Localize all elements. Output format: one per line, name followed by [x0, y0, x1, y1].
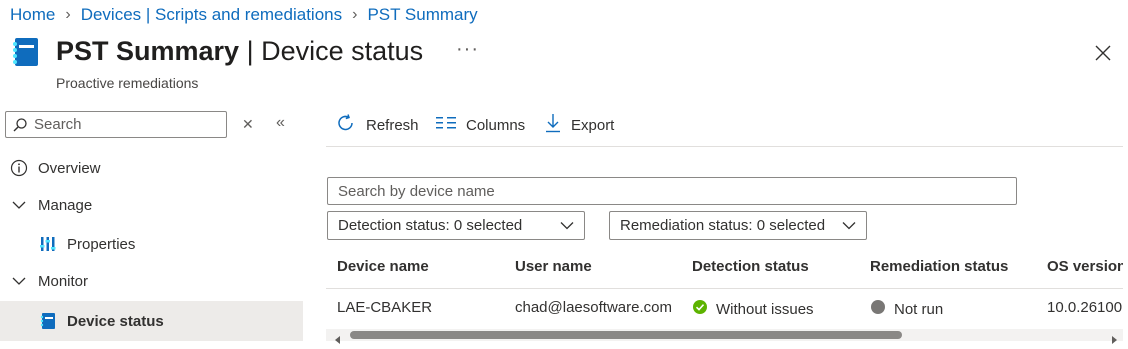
column-header-device-name[interactable]: Device name: [337, 258, 429, 275]
cell-remediation-status: Not run: [870, 299, 943, 319]
sidebar-item-label: Overview: [38, 159, 101, 177]
sidebar-item-label: Manage: [38, 196, 93, 214]
cell-user-name: chad@laesoftware.com: [515, 299, 672, 316]
export-button[interactable]: Export: [545, 112, 614, 138]
sidebar-search-placeholder: Search: [34, 116, 82, 133]
export-label: Export: [571, 116, 615, 134]
breadcrumb-home[interactable]: Home: [10, 5, 55, 25]
properties-icon: [29, 235, 67, 253]
sidebar-group-monitor[interactable]: Monitor: [0, 262, 303, 300]
scroll-right-icon[interactable]: [1110, 331, 1118, 349]
column-header-detection-status[interactable]: Detection status: [692, 258, 809, 275]
sidebar-search-input[interactable]: Search: [5, 111, 227, 138]
success-check-icon: [692, 299, 708, 319]
user-name-text: chad@laesoftware.com: [515, 299, 672, 316]
sidebar-group-manage[interactable]: Manage: [0, 186, 303, 224]
table-header-divider: [326, 288, 1123, 289]
info-icon: [0, 159, 38, 177]
toolbar-divider: [326, 146, 1123, 147]
columns-icon: [436, 115, 456, 135]
remediation-status-dropdown-label: Remediation status: 0 selected: [620, 217, 826, 234]
sidebar-item-properties[interactable]: Properties: [0, 225, 303, 263]
column-header-os-version[interactable]: OS version: [1047, 258, 1123, 275]
chevron-down-icon: [0, 276, 38, 286]
detection-status-text: Without issues: [716, 300, 814, 318]
script-icon: [29, 312, 67, 330]
page-subtitle: Proactive remediations: [56, 75, 199, 91]
search-icon: [13, 117, 27, 131]
collapse-sidebar-icon[interactable]: «: [276, 114, 285, 132]
columns-button[interactable]: Columns: [436, 112, 525, 138]
chevron-right-icon: ›: [65, 6, 71, 23]
chevron-right-icon: ›: [352, 6, 358, 23]
device-search-input[interactable]: Search by device name: [327, 177, 1017, 205]
detection-status-dropdown-label: Detection status: 0 selected: [338, 217, 523, 234]
cell-device-name[interactable]: LAE-CBAKER: [337, 299, 432, 316]
breadcrumb-pst-summary[interactable]: PST Summary: [367, 5, 477, 25]
cell-os-version: 10.0.26100: [1047, 299, 1123, 316]
remediation-status-text: Not run: [894, 300, 944, 318]
breadcrumb-scripts[interactable]: Devices | Scripts and remediations: [81, 5, 342, 25]
refresh-icon: [336, 113, 356, 137]
refresh-label: Refresh: [366, 116, 419, 134]
device-name-text: LAE-CBAKER: [337, 299, 433, 316]
refresh-button[interactable]: Refresh: [336, 112, 419, 138]
chevron-down-icon: [560, 217, 574, 234]
download-icon: [545, 113, 561, 137]
sidebar-item-label: Properties: [67, 235, 136, 253]
column-header-remediation-status[interactable]: Remediation status: [870, 258, 1008, 275]
chevron-down-icon: [842, 217, 856, 234]
detection-status-dropdown[interactable]: Detection status: 0 selected: [327, 211, 585, 240]
sidebar-item-device-status[interactable]: Device status: [0, 301, 303, 341]
scrollbar-thumb[interactable]: [350, 331, 902, 339]
column-header-user-name[interactable]: User name: [515, 258, 592, 275]
sidebar-item-overview[interactable]: Overview: [0, 149, 303, 187]
status-dot-icon: [870, 299, 886, 319]
device-search-placeholder: Search by device name: [338, 182, 495, 200]
breadcrumb: Home › Devices | Scripts and remediation…: [10, 5, 478, 25]
remediation-status-dropdown[interactable]: Remediation status: 0 selected: [609, 211, 867, 240]
page-title: PST Summary | Device status: [56, 36, 424, 66]
script-icon: [10, 36, 42, 73]
os-version-text: 10.0.26100: [1047, 299, 1123, 316]
chevron-down-icon: [0, 200, 38, 210]
clear-search-icon[interactable]: ✕: [242, 116, 254, 133]
scroll-left-icon[interactable]: [334, 331, 342, 349]
columns-label: Columns: [466, 116, 526, 134]
sidebar-item-label: Monitor: [38, 272, 89, 290]
sidebar-item-label: Device status: [67, 312, 164, 330]
more-options-icon[interactable]: ···: [456, 38, 479, 61]
close-icon[interactable]: [1094, 44, 1112, 62]
cell-detection-status: Without issues: [692, 299, 814, 319]
